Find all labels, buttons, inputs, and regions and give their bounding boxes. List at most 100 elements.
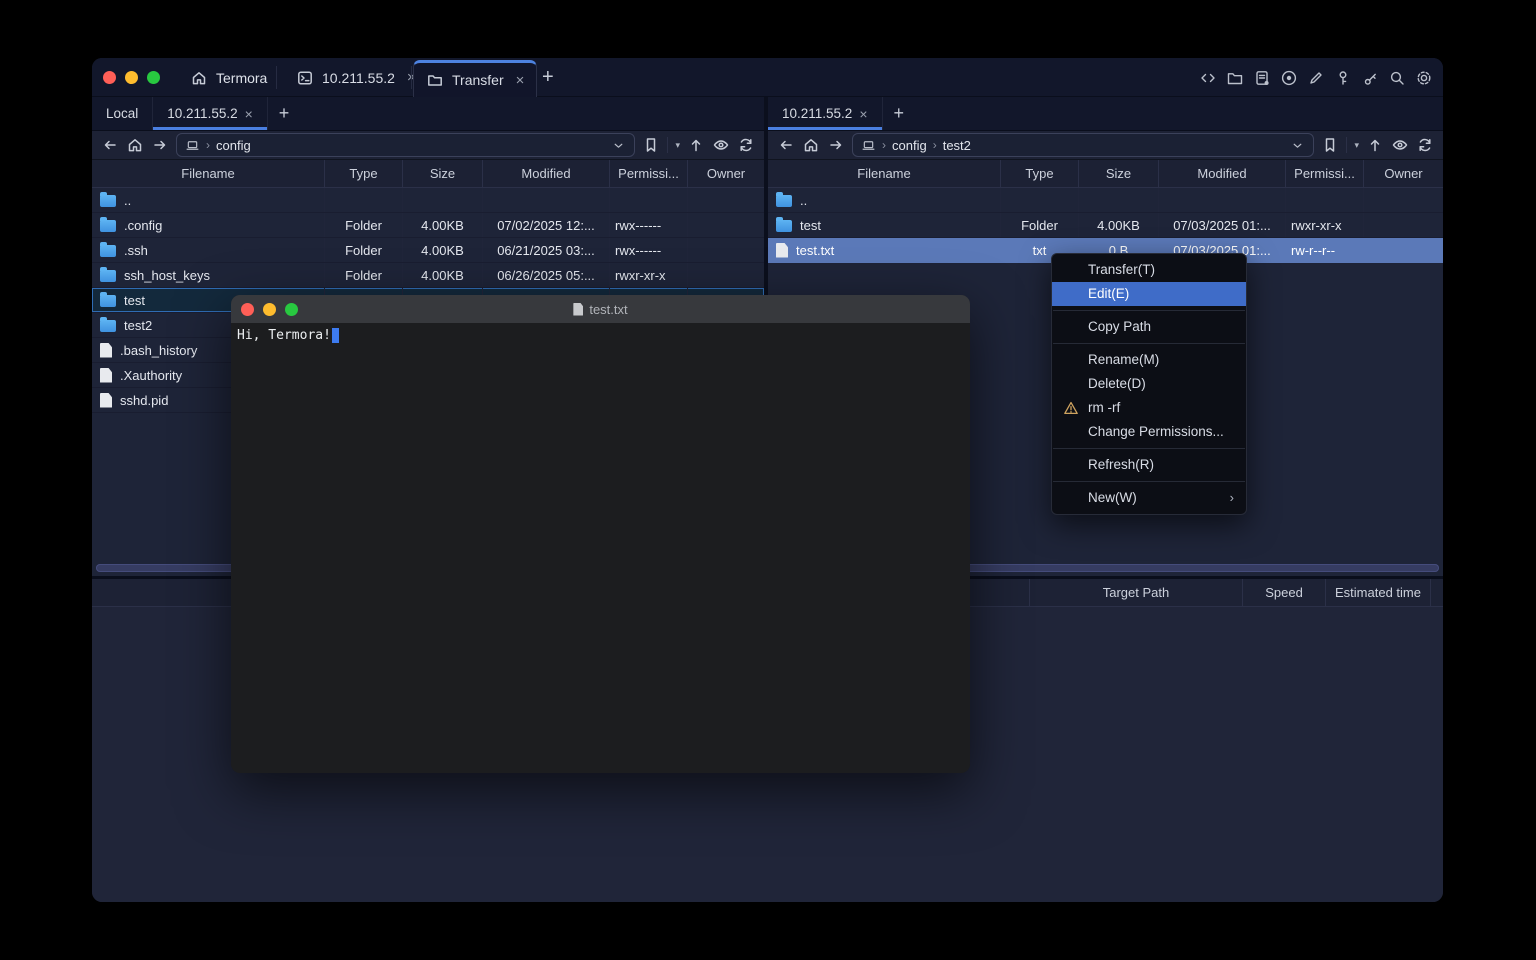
pencil-icon[interactable]: [1307, 69, 1325, 87]
table-row[interactable]: ssh_host_keys Folder 4.00KB 06/26/2025 0…: [92, 263, 764, 288]
close-window-button[interactable]: [241, 303, 254, 316]
folder-icon: [426, 71, 444, 89]
table-row[interactable]: ..: [768, 188, 1443, 213]
menu-item-copy-path[interactable]: Copy Path: [1052, 315, 1246, 339]
new-tab-button[interactable]: +: [532, 58, 564, 97]
left-table-header: Filename Type Size Modified Permissi... …: [92, 160, 764, 188]
menu-separator: [1053, 481, 1245, 482]
editor-content[interactable]: Hi, Termora!: [231, 323, 970, 348]
tab-host-session[interactable]: 10.211.55.2 ×: [284, 58, 428, 97]
home-icon[interactable]: [126, 136, 144, 154]
show-hidden-files-icon[interactable]: [1391, 136, 1409, 154]
path-segment[interactable]: test2: [943, 138, 971, 153]
menu-item-transfer[interactable]: Transfer(T): [1052, 258, 1246, 282]
tab-local[interactable]: Local: [92, 97, 153, 130]
menu-item-edit[interactable]: Edit(E): [1052, 282, 1246, 306]
minimize-window-button[interactable]: [125, 71, 138, 84]
filename: .bash_history: [120, 343, 197, 358]
close-tab-icon[interactable]: ×: [516, 72, 525, 89]
file-icon: [100, 393, 112, 408]
column-owner[interactable]: Owner: [1364, 160, 1443, 187]
table-row[interactable]: .ssh Folder 4.00KB 06/21/2025 03:... rwx…: [92, 238, 764, 263]
column-estimated-time[interactable]: Estimated time: [1326, 579, 1431, 606]
bookmark-icon[interactable]: [1321, 136, 1339, 154]
refresh-icon[interactable]: [1416, 136, 1434, 154]
back-icon[interactable]: [101, 136, 119, 154]
left-path-field[interactable]: › config: [176, 133, 635, 157]
file-icon: [100, 343, 112, 358]
file-owner: [1364, 238, 1443, 262]
tab-host-label: 10.211.55.2: [322, 70, 395, 86]
column-modified[interactable]: Modified: [1159, 160, 1286, 187]
path-segment[interactable]: config: [892, 138, 927, 153]
log-icon[interactable]: [1253, 69, 1271, 87]
home-icon[interactable]: [802, 136, 820, 154]
menu-item-change-permissions[interactable]: Change Permissions...: [1052, 420, 1246, 444]
show-hidden-files-icon[interactable]: [712, 136, 730, 154]
back-icon[interactable]: [777, 136, 795, 154]
menu-item-label: rm -rf: [1088, 400, 1120, 415]
filename: ..: [800, 193, 807, 208]
editor-title: test.txt: [231, 302, 970, 317]
table-row[interactable]: ..: [92, 188, 764, 213]
file-type: [1001, 188, 1079, 212]
file-owner: [688, 213, 764, 237]
minimize-window-button[interactable]: [263, 303, 276, 316]
file-permissions: [1286, 188, 1364, 212]
right-path-field[interactable]: › config › test2: [852, 133, 1314, 157]
column-type[interactable]: Type: [1001, 160, 1079, 187]
file-size: 4.00KB: [403, 263, 483, 287]
path-segment[interactable]: config: [216, 138, 251, 153]
forward-icon[interactable]: [827, 136, 845, 154]
table-row[interactable]: test Folder 4.00KB 07/03/2025 01:... rwx…: [768, 213, 1443, 238]
menu-item-new[interactable]: New(W) ›: [1052, 486, 1246, 510]
column-filename[interactable]: Filename: [768, 160, 1001, 187]
bookmark-caret-icon[interactable]: ▾: [675, 140, 680, 151]
close-tab-icon[interactable]: ×: [245, 106, 253, 122]
menu-item-rm-rf[interactable]: rm -rf: [1052, 396, 1246, 420]
column-target-path[interactable]: Target Path: [1030, 579, 1243, 606]
menu-item-delete[interactable]: Delete(D): [1052, 372, 1246, 396]
close-tab-icon[interactable]: ×: [859, 106, 867, 122]
new-panel-tab-button[interactable]: +: [268, 97, 301, 130]
column-owner[interactable]: Owner: [688, 160, 764, 187]
column-permissions[interactable]: Permissi...: [610, 160, 688, 187]
column-speed[interactable]: Speed: [1243, 579, 1326, 606]
column-type[interactable]: Type: [325, 160, 403, 187]
forward-icon[interactable]: [151, 136, 169, 154]
keychain-icon[interactable]: [1361, 69, 1379, 87]
column-size[interactable]: Size: [1079, 160, 1159, 187]
folder-icon[interactable]: [1226, 69, 1244, 87]
editor-titlebar[interactable]: test.txt: [231, 295, 970, 323]
key-icon[interactable]: [1334, 69, 1352, 87]
folder-icon: [776, 220, 792, 232]
settings-icon[interactable]: [1415, 69, 1433, 87]
bookmark-caret-icon[interactable]: ▾: [1354, 140, 1359, 151]
menu-item-refresh[interactable]: Refresh(R): [1052, 453, 1246, 477]
file-size: 4.00KB: [403, 213, 483, 237]
new-panel-tab-button[interactable]: +: [883, 97, 916, 130]
file-type: Folder: [1001, 213, 1079, 237]
column-size[interactable]: Size: [403, 160, 483, 187]
editor-window[interactable]: test.txt Hi, Termora!: [231, 295, 970, 773]
menu-item-rename[interactable]: Rename(M): [1052, 348, 1246, 372]
column-modified[interactable]: Modified: [483, 160, 610, 187]
tab-transfer[interactable]: Transfer ×: [413, 60, 537, 97]
zoom-window-button[interactable]: [285, 303, 298, 316]
up-directory-icon[interactable]: [1366, 136, 1384, 154]
code-icon[interactable]: [1199, 69, 1217, 87]
column-filename[interactable]: Filename: [92, 160, 325, 187]
record-icon[interactable]: [1280, 69, 1298, 87]
path-separator: ›: [882, 138, 886, 152]
tab-remote-host[interactable]: 10.211.55.2 ×: [153, 97, 268, 130]
tab-remote-host[interactable]: 10.211.55.2 ×: [768, 97, 883, 130]
close-window-button[interactable]: [103, 71, 116, 84]
search-icon[interactable]: [1388, 69, 1406, 87]
up-directory-icon[interactable]: [687, 136, 705, 154]
refresh-icon[interactable]: [737, 136, 755, 154]
tab-home[interactable]: Termora: [178, 58, 279, 97]
column-permissions[interactable]: Permissi...: [1286, 160, 1364, 187]
bookmark-icon[interactable]: [642, 136, 660, 154]
table-row[interactable]: .config Folder 4.00KB 07/02/2025 12:... …: [92, 213, 764, 238]
zoom-window-button[interactable]: [147, 71, 160, 84]
